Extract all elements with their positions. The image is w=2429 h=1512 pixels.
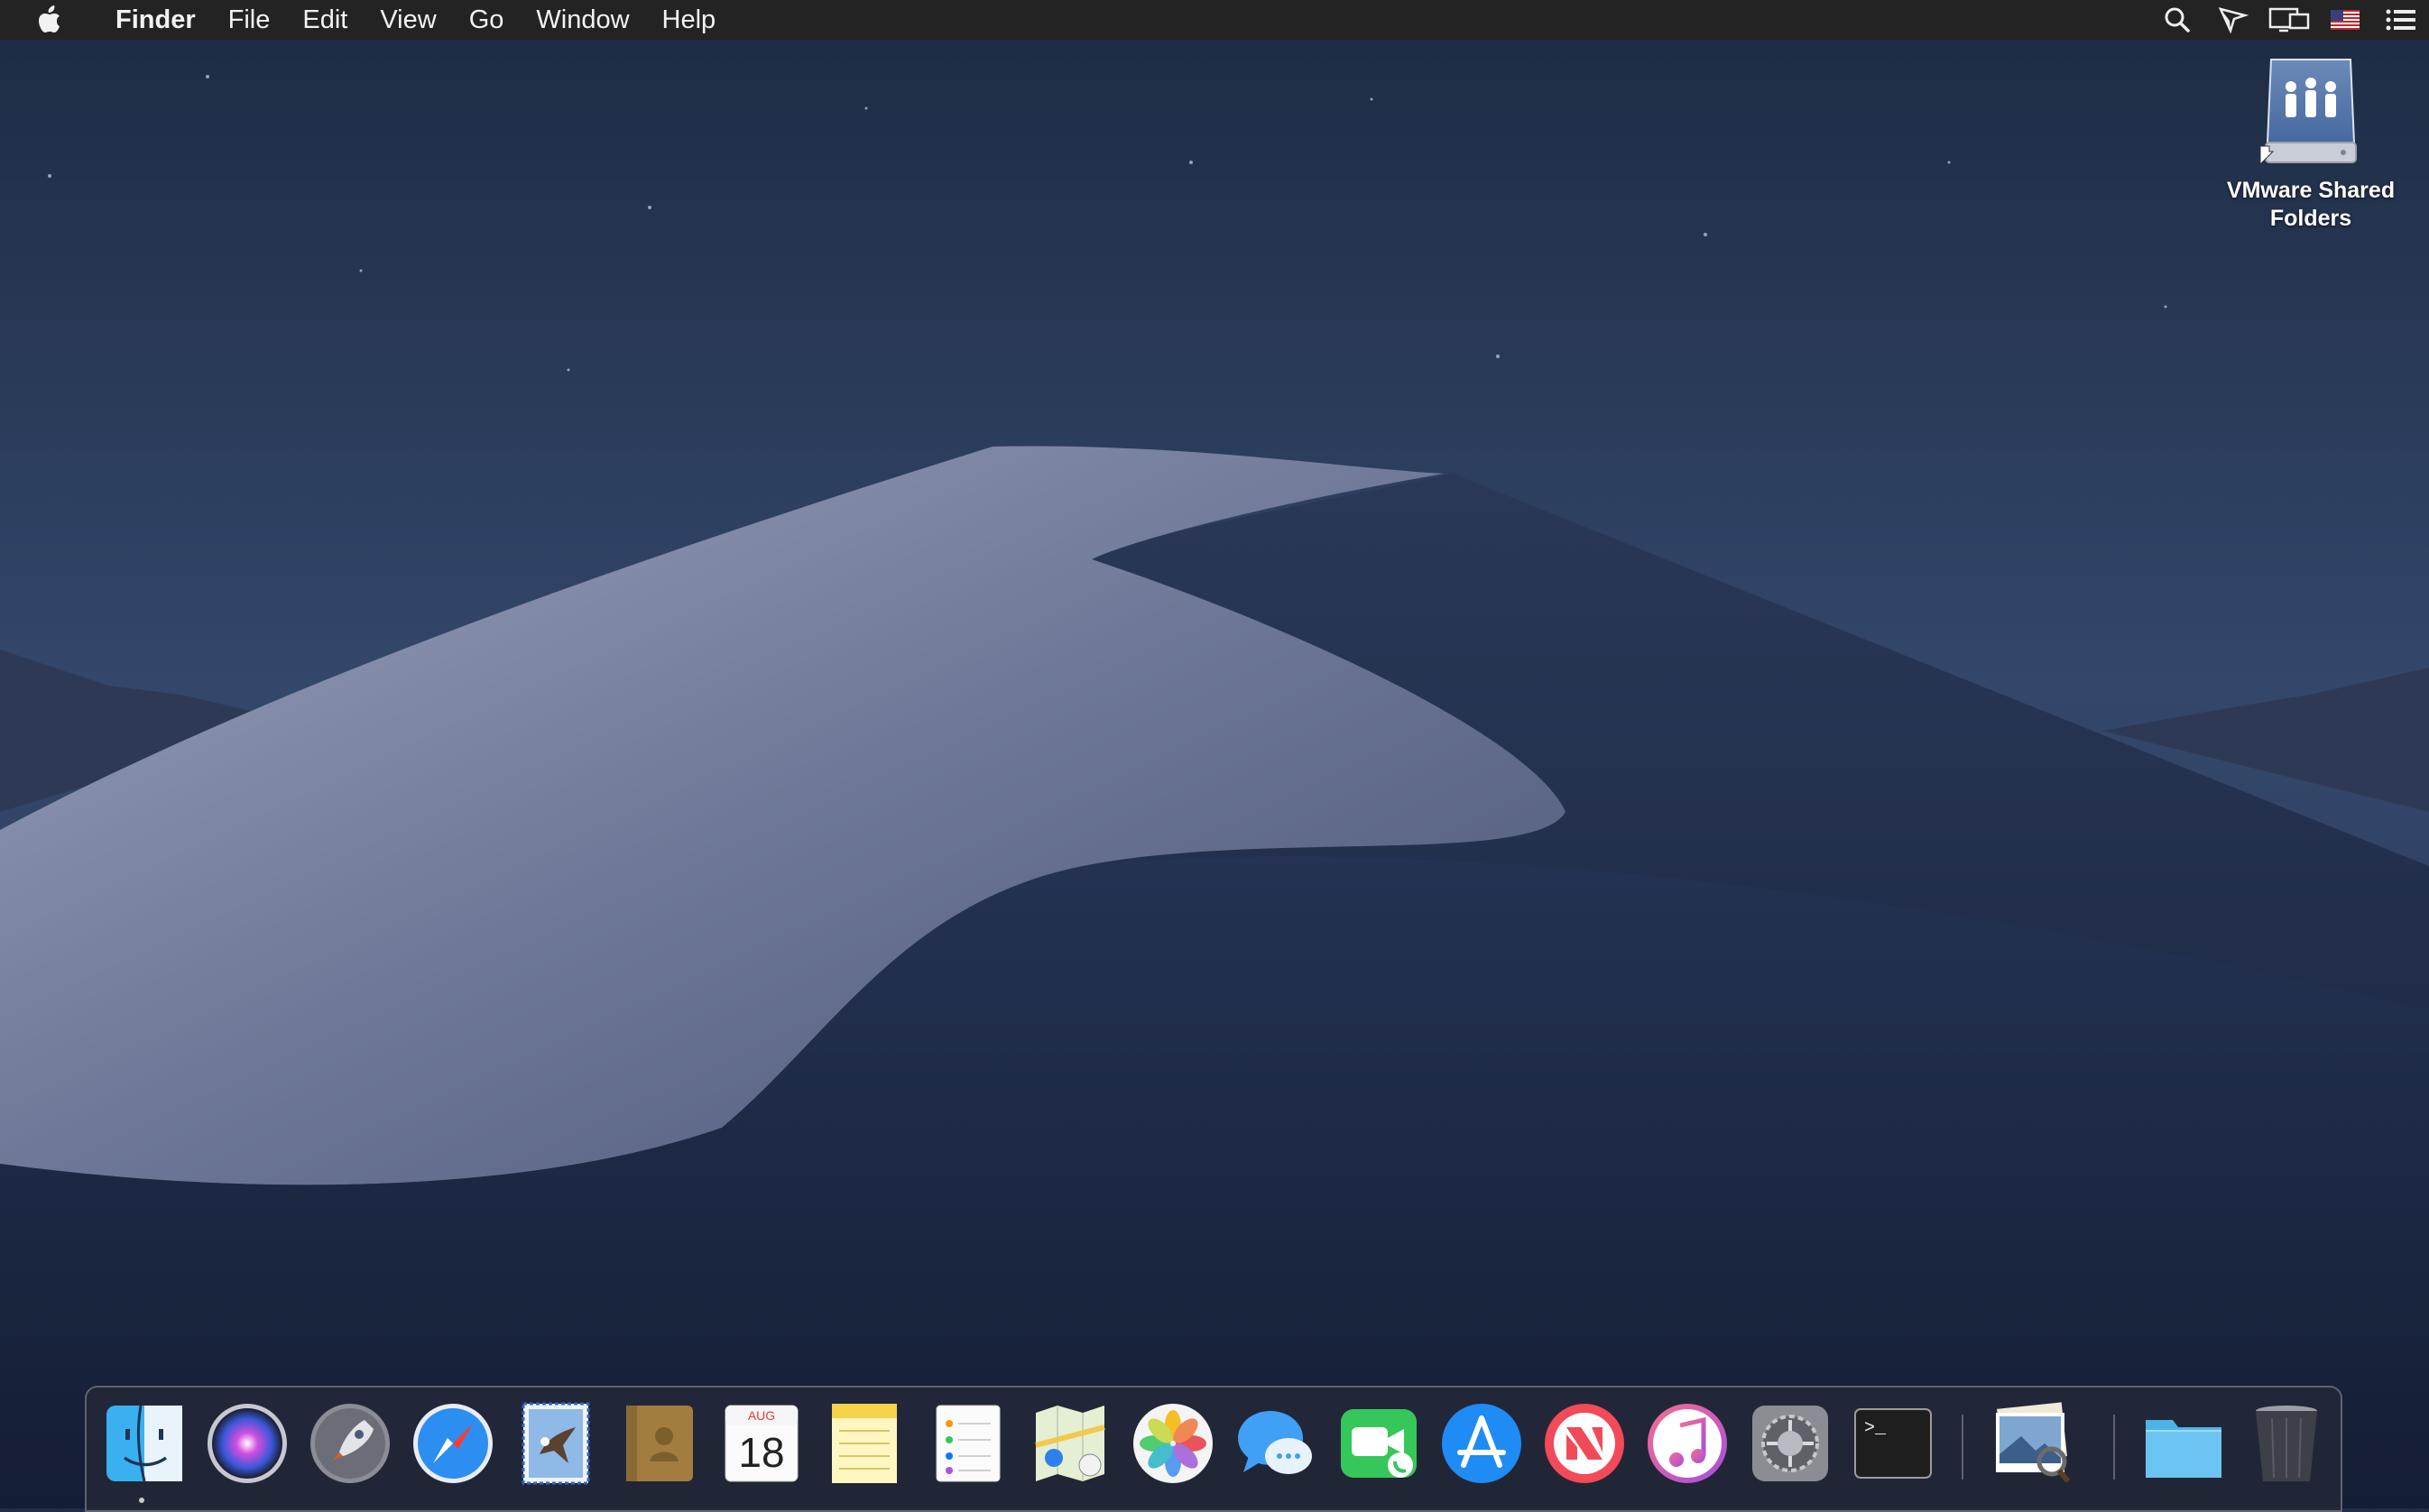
calendar-day: 18	[738, 1429, 784, 1476]
menu-window[interactable]: Window	[520, 0, 645, 40]
shared-folders-drive-icon	[2259, 59, 2357, 166]
dock-safari-icon[interactable]	[410, 1400, 496, 1487]
dock-itunes-icon[interactable]	[1644, 1400, 1731, 1487]
dock-running-indicator	[139, 1498, 144, 1503]
desktop-icon-label-line1: VMware Shared	[2226, 178, 2396, 203]
menu-go[interactable]: Go	[453, 0, 521, 40]
dock-separator	[1962, 1415, 1963, 1480]
desktop-icon-vmware-shared-folders[interactable]: VMware Shared Folders	[2212, 52, 2409, 251]
apple-menu-icon[interactable]	[0, 0, 99, 40]
menu-edit[interactable]: Edit	[286, 0, 364, 40]
dock-app-store-icon[interactable]	[1438, 1400, 1525, 1487]
desktop-icon-label: VMware Shared Folders	[2227, 177, 2395, 233]
menu-app-finder[interactable]: Finder	[99, 0, 212, 40]
dock: AUG 18 >_	[85, 1386, 2342, 1512]
terminal-prompt: >_	[1864, 1418, 1887, 1439]
desktop-icon-label-line2: Folders	[2269, 206, 2352, 231]
dock-news-icon[interactable]	[1541, 1400, 1628, 1487]
apple-logo-icon	[39, 5, 60, 32]
desktop-wallpaper	[0, 0, 2429, 1508]
menu-help[interactable]: Help	[646, 0, 733, 40]
dock-notes-icon[interactable]	[821, 1400, 908, 1487]
notification-center-icon[interactable]	[2373, 0, 2429, 40]
dock-facetime-icon[interactable]	[1335, 1400, 1422, 1487]
dock-siri-icon[interactable]	[204, 1400, 291, 1487]
display-mirroring-icon[interactable]	[2261, 0, 2317, 40]
dock-calendar-icon[interactable]: AUG 18	[718, 1400, 805, 1487]
dock-contacts-icon[interactable]	[615, 1400, 702, 1487]
dock-mail-icon[interactable]	[513, 1400, 599, 1487]
us-flag-input-icon[interactable]	[2317, 0, 2373, 40]
calendar-month: AUG	[748, 1408, 775, 1423]
dock-maps-icon[interactable]	[1027, 1400, 1113, 1487]
dock-separator-2	[2113, 1415, 2115, 1480]
dock-finder-icon[interactable]	[101, 1400, 188, 1487]
menu-view[interactable]: View	[364, 0, 452, 40]
airplay-cursor-icon[interactable]	[2205, 0, 2261, 40]
dock-downloads-folder-icon[interactable]	[2140, 1400, 2227, 1487]
dock-system-preferences-icon[interactable]	[1747, 1400, 1833, 1487]
spotlight-search-icon[interactable]	[2149, 0, 2205, 40]
menu-bar: Finder File Edit View Go Window Help	[0, 0, 2429, 40]
dock-terminal-icon[interactable]: >_	[1850, 1400, 1936, 1487]
menu-file[interactable]: File	[212, 0, 287, 40]
dock-messages-icon[interactable]	[1233, 1400, 1319, 1487]
dock-preview-icon[interactable]	[1989, 1400, 2075, 1487]
dock-photos-icon[interactable]	[1130, 1400, 1216, 1487]
dock-trash-icon[interactable]	[2243, 1400, 2330, 1487]
dock-launchpad-icon[interactable]	[307, 1400, 393, 1487]
dock-reminders-icon[interactable]	[924, 1400, 1011, 1487]
